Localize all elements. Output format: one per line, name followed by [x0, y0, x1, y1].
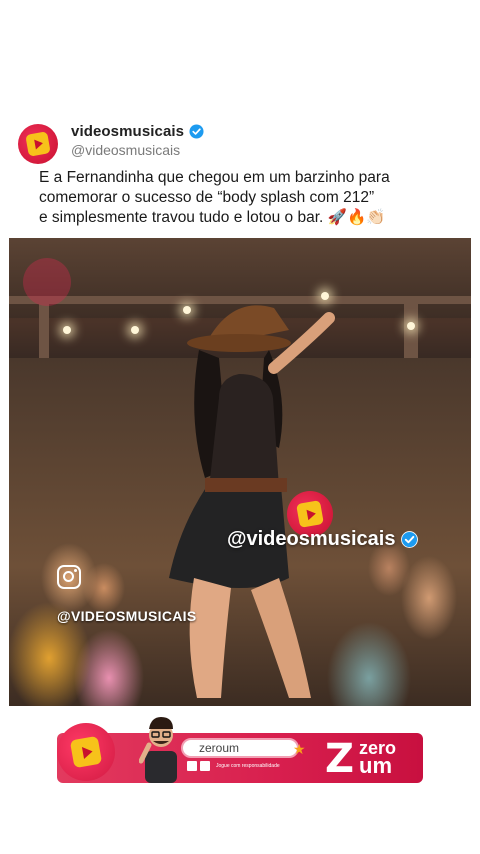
qr-icon [187, 761, 197, 771]
video-watermark-handle: @videosmusicais [227, 528, 396, 550]
ad-pill: zeroum [181, 738, 299, 758]
video-watermark: @videosmusicais [227, 528, 419, 551]
verified-badge-icon [189, 124, 204, 139]
faint-watermark-logo [23, 258, 71, 306]
brand-z: Z [325, 736, 355, 782]
display-name[interactable]: videosmusicais [71, 123, 184, 140]
ceiling-light [407, 322, 415, 330]
zeroum-logo: Z zero um [325, 735, 417, 781]
profile-avatar[interactable] [18, 124, 58, 164]
post-video[interactable]: @videosmusicais @VIDEOSMUSICAIS [9, 238, 471, 706]
age-rating-icon [200, 761, 210, 771]
ceiling-light [63, 326, 71, 334]
music-note-icon [69, 735, 103, 769]
ad-fine-print-text: Jogue com responsabilidade [216, 763, 280, 769]
ad-music-logo [57, 723, 115, 781]
post-header: videosmusicais @videosmusicais [18, 121, 458, 167]
verified-badge-icon [401, 531, 419, 548]
instagram-handle: @VIDEOSMUSICAIS [57, 608, 197, 624]
music-note-icon [25, 131, 51, 157]
post-caption: E a Fernandinha que chegou em um barzinh… [39, 169, 390, 226]
ad-banner[interactable]: zeroum ★ Jogue com responsabilidade Z ze… [57, 717, 423, 783]
ad-fine-print: Jogue com responsabilidade [187, 761, 280, 771]
music-note-icon [296, 500, 324, 528]
brand-um: um [359, 753, 392, 778]
ceiling-light [131, 326, 139, 334]
ad-person-illustration [139, 717, 177, 783]
ad-pill-text: zeroum [199, 741, 240, 755]
instagram-icon [57, 565, 81, 589]
star-icon: ★ [293, 741, 306, 757]
name-row: videosmusicais [71, 123, 204, 140]
user-handle[interactable]: @videosmusicais [71, 142, 180, 158]
